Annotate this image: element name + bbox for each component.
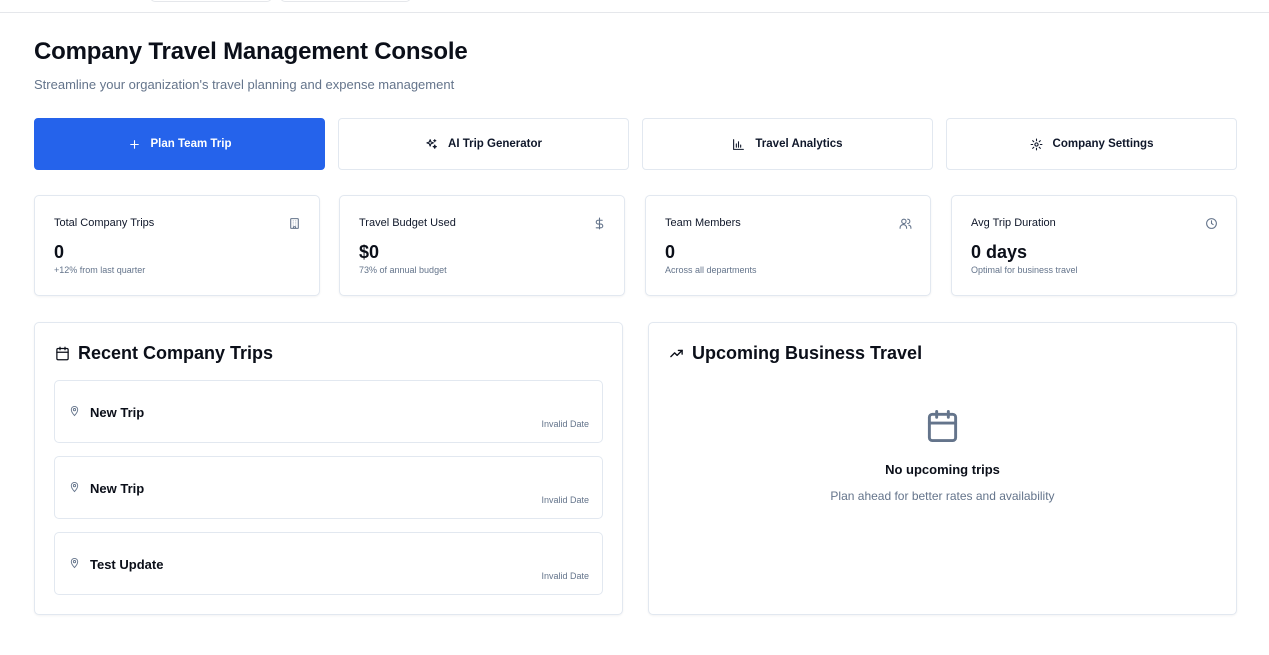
- bar-chart-icon: [733, 138, 745, 150]
- stat-label: Travel Budget Used: [359, 217, 456, 229]
- trip-list-item[interactable]: Test Update Invalid Date: [54, 532, 603, 595]
- stat-note: Across all departments: [665, 265, 757, 275]
- calendar-icon: [927, 409, 958, 443]
- plan-team-trip-button[interactable]: Plan Team Trip: [34, 118, 325, 170]
- stat-note: Optimal for business travel: [971, 265, 1078, 275]
- map-pin-icon: [70, 558, 79, 569]
- stat-value: 0: [54, 242, 65, 262]
- trip-date: Invalid Date: [541, 495, 589, 505]
- page-subtitle: Streamline your organization's travel pl…: [34, 77, 455, 92]
- trip-list-item[interactable]: New Trip Invalid Date: [54, 456, 603, 519]
- stat-card-avg-duration: Avg Trip Duration 0 days Optimal for bus…: [951, 195, 1237, 296]
- upcoming-travel-title: Upcoming Business Travel: [692, 343, 923, 363]
- stat-label: Total Company Trips: [54, 217, 155, 229]
- calendar-icon: [56, 346, 69, 361]
- trip-name: Test Update: [90, 557, 164, 572]
- nav-tab-stub[interactable]: [150, 0, 272, 2]
- stat-card-budget: Travel Budget Used $0 73% of annual budg…: [339, 195, 625, 296]
- trip-name: New Trip: [90, 481, 145, 496]
- stat-card-team-members: Team Members 0 Across all departments: [645, 195, 931, 296]
- recent-trips-title: Recent Company Trips: [78, 343, 274, 363]
- ai-trip-generator-button[interactable]: AI Trip Generator: [338, 118, 629, 170]
- clock-icon: [1206, 218, 1217, 229]
- recent-trips-heading: Recent Company Trips: [55, 343, 273, 364]
- stat-note: 73% of annual budget: [359, 265, 447, 275]
- stat-card-total-trips: Total Company Trips 0 +12% from last qua…: [34, 195, 320, 296]
- nav-tab-stub[interactable]: [280, 0, 411, 2]
- stat-value: 0: [665, 242, 676, 262]
- company-settings-label: Company Settings: [1052, 138, 1154, 150]
- upcoming-travel-panel: Upcoming Business Travel No upcoming tri…: [648, 322, 1237, 615]
- stat-label: Team Members: [665, 217, 741, 229]
- page-title: Company Travel Management Console: [34, 38, 468, 65]
- users-icon: [899, 218, 912, 229]
- plus-icon: [129, 139, 139, 149]
- sparkles-icon: [426, 138, 437, 149]
- company-settings-button[interactable]: Company Settings: [946, 118, 1237, 170]
- building-icon: [290, 218, 299, 229]
- map-pin-icon: [70, 406, 79, 417]
- trip-list-item[interactable]: New Trip Invalid Date: [54, 380, 603, 443]
- dollar-icon: [595, 217, 604, 230]
- ai-trip-generator-label: AI Trip Generator: [448, 138, 542, 150]
- stat-value: 0 days: [971, 242, 1028, 262]
- top-nav-bar: [0, 0, 1269, 13]
- trip-date: Invalid Date: [541, 419, 589, 429]
- stat-label: Avg Trip Duration: [971, 217, 1056, 229]
- empty-state-title: No upcoming trips: [885, 462, 1000, 477]
- trending-up-icon: [670, 349, 683, 358]
- upcoming-travel-heading: Upcoming Business Travel: [669, 343, 922, 364]
- travel-analytics-label: Travel Analytics: [755, 138, 843, 150]
- empty-state-subtitle: Plan ahead for better rates and availabi…: [830, 489, 1055, 503]
- plan-team-trip-label: Plan Team Trip: [150, 138, 232, 150]
- map-pin-icon: [70, 482, 79, 493]
- gear-icon: [1030, 138, 1042, 150]
- travel-analytics-button[interactable]: Travel Analytics: [642, 118, 933, 170]
- recent-trips-panel: Recent Company Trips New Trip Invalid Da…: [34, 322, 623, 615]
- trip-name: New Trip: [90, 405, 145, 420]
- stat-value: $0: [359, 242, 380, 262]
- trip-date: Invalid Date: [541, 571, 589, 581]
- stat-note: +12% from last quarter: [54, 265, 146, 275]
